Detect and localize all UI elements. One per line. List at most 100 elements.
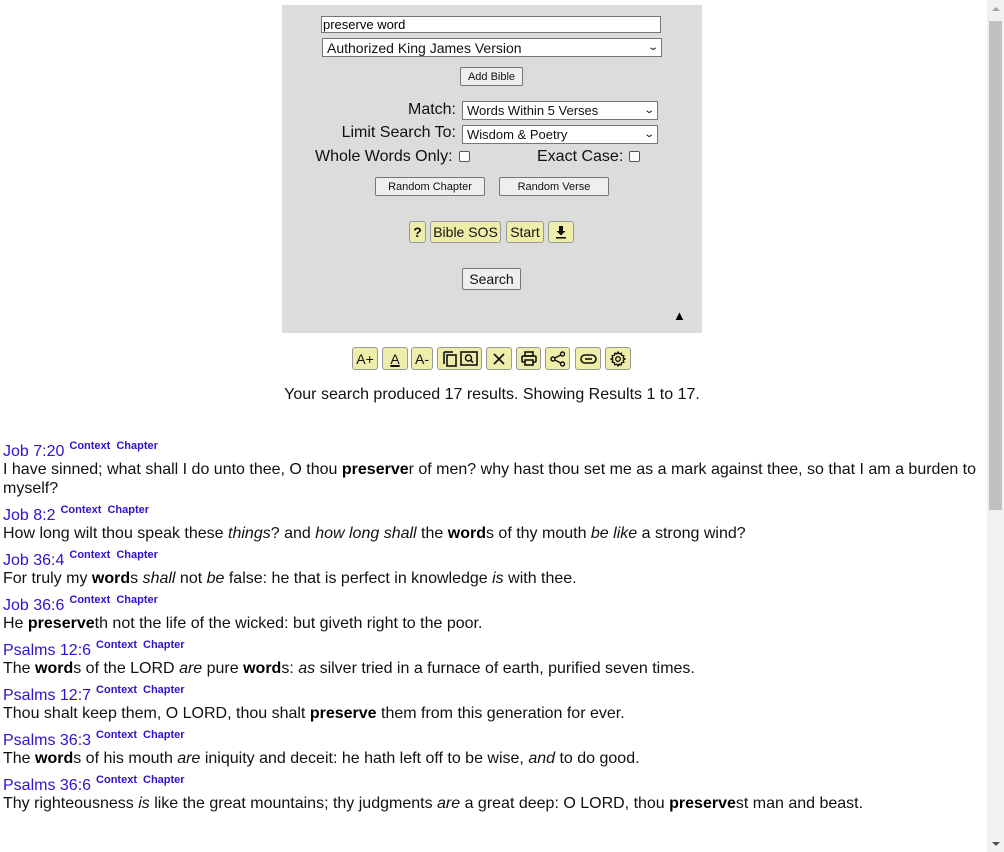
- verse-reference-link[interactable]: Psalms 36:6: [3, 777, 91, 794]
- verse-segment: them from this generation for ever.: [376, 705, 625, 722]
- verse-segment: pure: [202, 660, 244, 677]
- verse-reference-link[interactable]: Psalms 12:7: [3, 687, 91, 704]
- random-verse-button[interactable]: Random Verse: [499, 177, 609, 196]
- search-button[interactable]: Search: [462, 268, 521, 290]
- link-button[interactable]: [575, 347, 601, 370]
- print-button[interactable]: [516, 347, 541, 370]
- bible-version-select[interactable]: Authorized King James Version ⌄: [322, 38, 662, 57]
- chevron-down-icon: ⌄: [642, 129, 655, 140]
- bible-sos-button[interactable]: Bible SOS: [430, 221, 501, 243]
- verse-segment: s: [130, 570, 143, 587]
- verse-reference-link[interactable]: Psalms 36:3: [3, 732, 91, 749]
- verse-segment: He: [3, 615, 28, 632]
- context-link[interactable]: Context: [96, 729, 137, 741]
- verse-text: The words of the LORD are pure words: as…: [3, 659, 981, 678]
- verse-text: Thy righteousness is like the great moun…: [3, 794, 981, 813]
- context-link[interactable]: Context: [69, 594, 110, 606]
- limit-search-select[interactable]: Wisdom & Poetry ⌄: [462, 125, 658, 144]
- copy-results-button[interactable]: [437, 347, 482, 370]
- result-reference-line: Psalms 36:6 Context Chapter: [3, 774, 981, 794]
- decrease-font-button[interactable]: A-: [411, 347, 433, 370]
- verse-reference-link[interactable]: Job 7:20: [3, 443, 64, 460]
- verse-reference-link[interactable]: Job 8:2: [3, 507, 55, 524]
- italic-word: things: [228, 525, 271, 542]
- results-summary: Your search produced 17 results. Showing…: [284, 386, 700, 403]
- context-link[interactable]: Context: [60, 504, 101, 516]
- italic-word: are: [179, 660, 203, 677]
- highlighted-match: word: [243, 660, 282, 677]
- verse-segment: false: he that is perfect in knowledge: [224, 570, 493, 587]
- page: Authorized King James Version ⌄ Add Bibl…: [0, 0, 984, 852]
- verse-reference-link[interactable]: Job 36:6: [3, 597, 64, 614]
- scroll-down-button[interactable]: [987, 835, 1004, 852]
- add-bible-button[interactable]: Add Bible: [460, 67, 523, 86]
- chapter-link[interactable]: Chapter: [107, 504, 149, 516]
- result-item: Psalms 36:6 Context Chapter Thy righteousne…: [3, 774, 981, 813]
- verse-segment: The: [3, 750, 36, 767]
- context-link[interactable]: Context: [96, 684, 137, 696]
- result-item: Psalms 12:7 Context Chapter Thou shalt keep…: [3, 684, 981, 723]
- limit-search-value: Wisdom & Poetry: [467, 127, 568, 142]
- limit-search-label: Limit Search To:: [341, 124, 456, 141]
- context-link[interactable]: Context: [96, 774, 137, 786]
- verse-text: For truly my words shall not be false: h…: [3, 569, 981, 588]
- italic-word: is: [138, 795, 150, 812]
- link-icon: [579, 353, 597, 364]
- chapter-link[interactable]: Chapter: [116, 549, 158, 561]
- start-button[interactable]: Start: [506, 221, 544, 243]
- verse-text: How long wilt thou speak these things? a…: [3, 524, 981, 543]
- chapter-link[interactable]: Chapter: [143, 684, 185, 696]
- result-item: Psalms 36:3 Context Chapter The words of hi…: [3, 729, 981, 768]
- clear-results-button[interactable]: [486, 347, 512, 370]
- highlighted-match: word: [447, 525, 486, 542]
- verse-segment: ? and: [270, 525, 316, 542]
- chapter-link[interactable]: Chapter: [143, 774, 185, 786]
- highlighted-match: preserve: [341, 461, 409, 478]
- help-button[interactable]: ?: [409, 221, 426, 243]
- result-reference-line: Job 36:6 Context Chapter: [3, 594, 981, 614]
- default-font-button[interactable]: A: [382, 347, 408, 370]
- italic-word: are: [437, 795, 461, 812]
- share-button[interactable]: [545, 347, 570, 370]
- context-link[interactable]: Context: [69, 549, 110, 561]
- collapse-panel-toggle[interactable]: ▲: [673, 308, 686, 323]
- scrollbar-thumb[interactable]: [989, 21, 1002, 510]
- whole-words-checkbox[interactable]: [459, 151, 470, 162]
- verse-segment: to do good.: [555, 750, 640, 767]
- vertical-scrollbar[interactable]: [987, 0, 1004, 852]
- verse-reference-link[interactable]: Job 36:4: [3, 552, 64, 569]
- result-reference-line: Job 7:20 Context Chapter: [3, 440, 981, 460]
- match-select[interactable]: Words Within 5 Verses ⌄: [462, 101, 658, 120]
- result-item: Job 36:4 Context Chapter For truly my words…: [3, 549, 981, 588]
- exact-case-checkbox[interactable]: [629, 151, 640, 162]
- verse-segment: the: [416, 525, 448, 542]
- context-link[interactable]: Context: [69, 440, 110, 452]
- random-chapter-button[interactable]: Random Chapter: [375, 177, 485, 196]
- verse-reference-link[interactable]: Psalms 12:6: [3, 642, 91, 659]
- chapter-link[interactable]: Chapter: [143, 729, 185, 741]
- verse-segment: Thou shalt keep them, O LORD, thou shalt: [3, 705, 310, 722]
- chapter-link[interactable]: Chapter: [116, 594, 158, 606]
- verse-segment: a strong wind?: [637, 525, 746, 542]
- verse-segment: iniquity and deceit: he hath left off to…: [200, 750, 529, 767]
- italic-word: as: [298, 660, 316, 677]
- print-icon: [520, 351, 537, 366]
- settings-button[interactable]: [605, 347, 631, 370]
- chapter-link[interactable]: Chapter: [116, 440, 158, 452]
- chapter-link[interactable]: Chapter: [143, 639, 185, 651]
- increase-font-button[interactable]: A+: [352, 347, 378, 370]
- copy-icon: [442, 351, 457, 367]
- italic-word: be: [206, 570, 225, 587]
- exact-case-label: Exact Case:: [537, 148, 624, 165]
- search-query-input[interactable]: [321, 16, 661, 33]
- scroll-up-button[interactable]: [987, 0, 1004, 17]
- italic-word: how long shall: [315, 525, 417, 542]
- download-button[interactable]: [548, 221, 574, 243]
- verse-segment: not: [175, 570, 207, 587]
- italic-word: be like: [590, 525, 638, 542]
- highlighted-match: word: [35, 750, 74, 767]
- context-link[interactable]: Context: [96, 639, 137, 651]
- italic-word: are: [177, 750, 201, 767]
- highlighted-match: preserve: [669, 795, 736, 812]
- verse-segment: a great deep: O LORD, thou: [460, 795, 670, 812]
